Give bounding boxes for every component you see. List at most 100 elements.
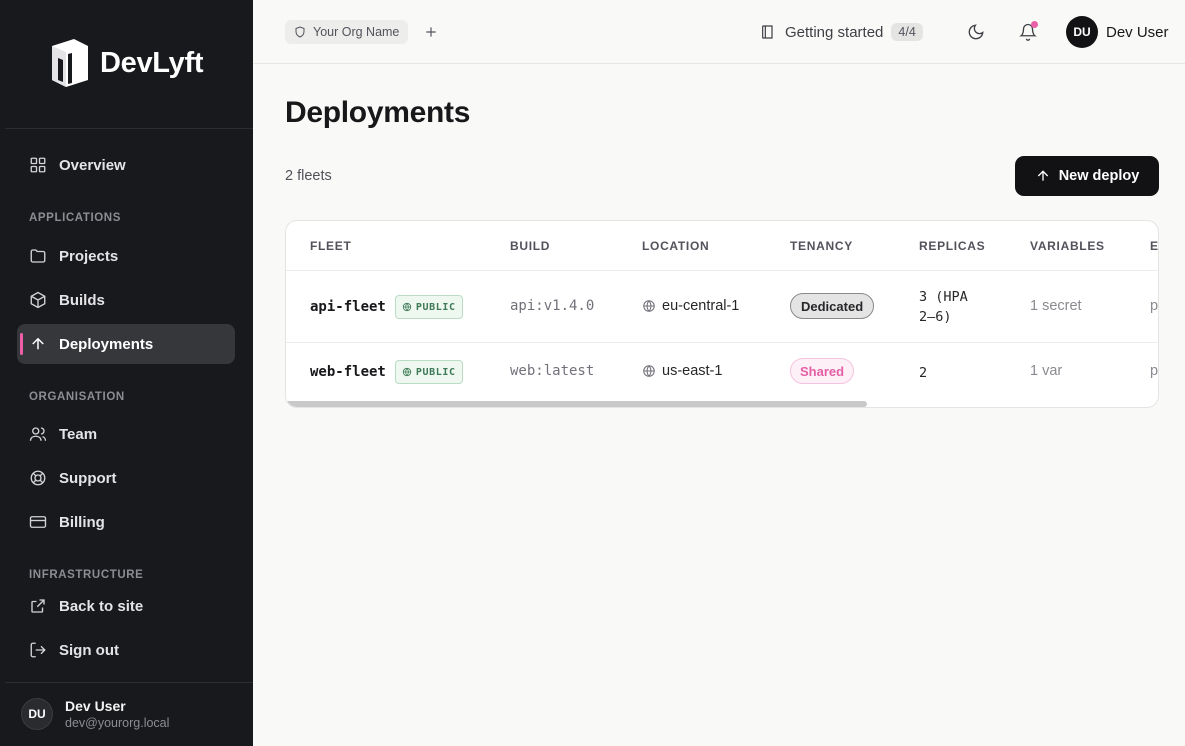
fleet-name[interactable]: api-fleet — [310, 299, 386, 315]
plus-icon — [426, 27, 436, 37]
sidebar-item-support[interactable]: Support — [17, 458, 235, 498]
package-icon — [30, 291, 46, 309]
column-header-variables: VARIABLES — [1030, 239, 1105, 253]
book-icon — [762, 25, 773, 39]
location-label: us-east-1 — [662, 363, 723, 379]
location-cell: eu-central-1 — [642, 298, 739, 314]
new-deploy-label: New deploy — [1058, 168, 1140, 184]
sidebar-item-label: Support — [59, 469, 117, 487]
column-header-replicas: REPLICAS — [919, 239, 986, 253]
table-header: FLEET BUILD LOCATION TENANCY REPLICAS VA… — [286, 221, 1158, 271]
public-badge-label: PUBLIC — [415, 301, 456, 313]
section-label-infrastructure: INFRASTRUCTURE — [29, 569, 144, 581]
location-label: eu-central-1 — [662, 298, 740, 314]
log-out-icon — [30, 642, 46, 658]
build-cell: web:latest — [510, 363, 595, 379]
avatar: DU — [1066, 16, 1098, 48]
public-badge-label: PUBLIC — [415, 366, 456, 378]
variables-cell[interactable]: 1 secret — [1030, 298, 1082, 314]
sidebar-divider — [5, 682, 253, 683]
globe-icon — [643, 300, 655, 312]
brand-name: DevLyft — [100, 46, 204, 79]
notifications-button[interactable] — [1016, 20, 1040, 44]
fleet-cell: web-fleet PUBLIC — [310, 360, 463, 384]
sidebar-item-label: Builds — [59, 291, 105, 309]
sidebar-user-email: dev@yourorg.local — [65, 716, 170, 730]
moon-icon — [968, 24, 984, 40]
sidebar-item-label: Sign out — [59, 641, 119, 659]
fleet-count: 2 fleets — [285, 168, 332, 184]
avatar: DU — [21, 698, 53, 730]
theme-toggle-button[interactable] — [964, 20, 988, 44]
sidebar-item-sign-out[interactable]: Sign out — [17, 630, 235, 670]
sidebar-item-label: Billing — [59, 513, 105, 531]
user-name: Dev User — [1106, 23, 1169, 41]
table-row[interactable]: api-fleet PUBLIC api:v1.4.0 eu-central-1… — [286, 271, 1158, 343]
fleet-name[interactable]: web-fleet — [310, 364, 386, 380]
replicas-cell: 2 — [919, 365, 928, 381]
sidebar-item-label: Overview — [59, 156, 126, 174]
clipped-cell: p — [1150, 298, 1159, 314]
shield-icon — [295, 26, 305, 38]
sidebar-item-team[interactable]: Team — [17, 414, 235, 454]
sidebar-item-projects[interactable]: Projects — [17, 236, 235, 276]
column-header-location: LOCATION — [642, 239, 710, 253]
column-header-clipped: E — [1150, 239, 1159, 253]
external-link-icon — [31, 599, 45, 613]
sidebar-item-label: Back to site — [59, 597, 144, 615]
globe-icon — [402, 302, 412, 312]
column-header-fleet: FLEET — [310, 239, 352, 253]
arrow-up-icon — [32, 337, 44, 350]
brand[interactable]: DevLyft — [44, 36, 203, 90]
sidebar-item-back-to-site[interactable]: Back to site — [17, 586, 235, 626]
user-menu[interactable]: DU Dev User — [1066, 16, 1169, 48]
sidebar-item-deployments[interactable]: Deployments — [17, 324, 235, 364]
credit-card-icon — [29, 516, 47, 528]
table-row[interactable]: web-fleet PUBLIC web:latest us-east-1 Sh… — [286, 344, 1158, 402]
variables-cell[interactable]: 1 var — [1030, 363, 1062, 379]
location-cell: us-east-1 — [642, 363, 722, 379]
clipped-cell: p — [1150, 363, 1159, 379]
sidebar-user-name: Dev User — [65, 698, 126, 714]
sidebar-item-billing[interactable]: Billing — [17, 502, 235, 542]
sidebar-item-label: Team — [59, 425, 98, 443]
column-header-build: BUILD — [510, 239, 551, 253]
users-icon — [29, 427, 47, 441]
sidebar-item-label: Projects — [59, 247, 119, 265]
build-cell: api:v1.4.0 — [510, 298, 595, 314]
replicas-cell: 3 (HPA 2–6) — [919, 289, 968, 325]
arrow-up-icon — [1037, 170, 1048, 181]
sidebar-divider — [5, 128, 253, 129]
column-header-tenancy: TENANCY — [790, 239, 853, 253]
sidebar-item-overview[interactable]: Overview — [17, 145, 235, 185]
public-badge: PUBLIC — [394, 360, 463, 384]
section-label-organisation: ORGANISATION — [29, 391, 125, 403]
org-name: Your Org Name — [313, 25, 400, 39]
sidebar-user[interactable]: DU Dev User dev@yourorg.local — [21, 698, 169, 730]
topbar: Your Org Name Getting started 4/4 DU Dev… — [253, 0, 1185, 64]
globe-icon — [402, 367, 412, 377]
globe-icon — [643, 365, 655, 377]
progress-badge: 4/4 — [891, 23, 923, 41]
add-org-button[interactable] — [421, 22, 441, 42]
fleet-cell: api-fleet PUBLIC — [310, 295, 463, 319]
getting-started-label: Getting started — [785, 23, 884, 41]
tenancy-cell: Shared — [790, 358, 855, 384]
public-badge: PUBLIC — [394, 295, 463, 319]
section-label-applications: APPLICATIONS — [29, 212, 121, 224]
tenancy-cell: Dedicated — [790, 293, 875, 319]
new-deploy-button[interactable]: New deploy — [1015, 156, 1159, 196]
sidebar: DevLyft Overview APPLICATIONS Projects B… — [0, 0, 253, 746]
grid-icon — [30, 157, 46, 173]
horizontal-scrollbar[interactable] — [286, 401, 867, 407]
org-switcher[interactable]: Your Org Name — [285, 20, 409, 44]
folder-icon — [30, 249, 46, 263]
fleets-table: FLEET BUILD LOCATION TENANCY REPLICAS VA… — [285, 220, 1159, 408]
devlyft-logo-icon — [52, 39, 88, 87]
getting-started-button[interactable]: Getting started 4/4 — [760, 20, 923, 44]
notification-dot — [1031, 21, 1038, 28]
tenancy-badge: Shared — [790, 358, 855, 384]
lifebuoy-icon — [30, 470, 46, 486]
page-title: Deployments — [285, 96, 471, 129]
sidebar-item-builds[interactable]: Builds — [17, 280, 235, 320]
